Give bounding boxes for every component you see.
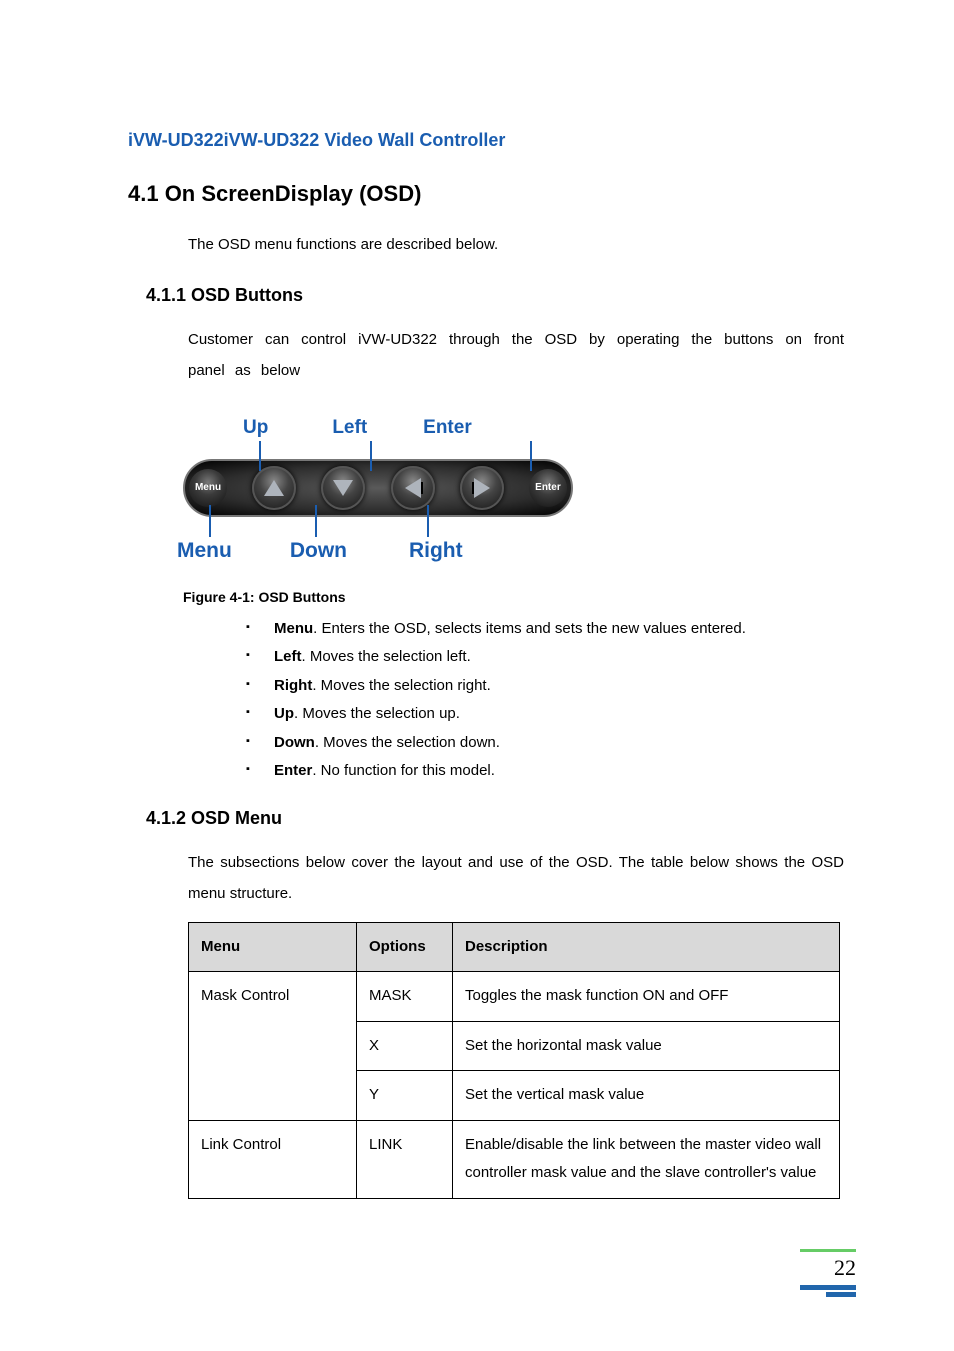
list-item: Down. Moves the selection down.: [246, 729, 844, 758]
panel-body: Menu Enter: [183, 459, 573, 517]
document-page: iVW-UD322iVW-UD322 Video Wall Controller…: [0, 0, 954, 1351]
osd-menu-body: The subsections below cover the layout a…: [188, 847, 844, 910]
label-right: Right: [409, 539, 463, 563]
leader-line-icon: [530, 441, 532, 471]
list-item-desc: . Moves the selection right.: [312, 677, 490, 694]
osd-buttons-body: Customer can control iVW-UD322 through t…: [188, 324, 844, 387]
table-header-description: Description: [453, 922, 840, 972]
label-down: Down: [290, 539, 347, 563]
right-arrow-icon: [460, 466, 504, 510]
leader-line-icon: [209, 505, 211, 537]
page-decor-bar-icon: [800, 1249, 856, 1252]
list-item-term: Right: [274, 677, 312, 694]
leader-line-icon: [370, 441, 372, 471]
figure-caption: Figure 4-1: OSD Buttons: [183, 589, 844, 605]
list-item: Left. Moves the selection left.: [246, 643, 844, 672]
figure-osd-buttons: Up Left Enter Menu: [183, 405, 844, 605]
panel-labels-top: Up Left Enter: [183, 405, 573, 439]
enter-button-icon: Enter: [529, 469, 567, 507]
list-item-desc: . Moves the selection down.: [315, 734, 500, 751]
section-title: 4.1 On ScreenDisplay (OSD): [128, 181, 844, 207]
label-up: Up: [243, 417, 268, 439]
section-intro: The OSD menu functions are described bel…: [188, 229, 844, 261]
table-header-row: Menu Options Description: [189, 922, 840, 972]
table-cell-desc: Enable/disable the link between the mast…: [453, 1120, 840, 1198]
table-header-options: Options: [357, 922, 453, 972]
page-decor-bar-icon: [826, 1292, 856, 1297]
up-arrow-icon: [252, 466, 296, 510]
table-cell-option: Y: [357, 1071, 453, 1121]
list-item-term: Enter: [274, 762, 312, 779]
subsection-osd-buttons-title: 4.1.1 OSD Buttons: [146, 285, 844, 306]
list-item-term: Left: [274, 648, 302, 665]
list-item: Enter. No function for this model.: [246, 757, 844, 786]
table-cell-desc: Set the horizontal mask value: [453, 1021, 840, 1071]
table-row: Mask Control MASK Toggles the mask funct…: [189, 972, 840, 1022]
page-decor-bar-icon: [800, 1285, 856, 1290]
list-item-term: Down: [274, 734, 315, 751]
list-item-desc: . Moves the selection up.: [294, 705, 460, 722]
list-item-term: Up: [274, 705, 294, 722]
osd-buttons-list: Menu. Enters the OSD, selects items and …: [246, 615, 844, 786]
list-item-desc: . Moves the selection left.: [302, 648, 471, 665]
leader-line-icon: [315, 505, 317, 537]
page-number-block: 22: [800, 1249, 856, 1297]
list-item-desc: . No function for this model.: [312, 762, 495, 779]
table-cell-option: LINK: [357, 1120, 453, 1198]
panel-labels-bottom: Menu Down Right: [183, 539, 573, 573]
table-cell-option: MASK: [357, 972, 453, 1022]
table-cell-menu: Link Control: [189, 1120, 357, 1198]
table-cell-menu: Mask Control: [189, 972, 357, 1121]
down-arrow-icon: [321, 466, 365, 510]
product-header: iVW-UD322iVW-UD322 Video Wall Controller: [128, 130, 844, 151]
osd-button-panel-figure: Up Left Enter Menu: [183, 405, 573, 573]
table-row: Link Control LINK Enable/disable the lin…: [189, 1120, 840, 1198]
menu-button-icon: Menu: [189, 469, 227, 507]
list-item-term: Menu: [274, 620, 313, 637]
osd-menu-table: Menu Options Description Mask Control MA…: [188, 922, 840, 1199]
left-arrow-icon: [391, 466, 435, 510]
leader-line-icon: [427, 505, 429, 537]
label-left: Left: [332, 417, 367, 439]
page-number: 22: [800, 1255, 856, 1281]
label-enter: Enter: [423, 417, 472, 439]
table-cell-option: X: [357, 1021, 453, 1071]
table-header-menu: Menu: [189, 922, 357, 972]
list-item: Menu. Enters the OSD, selects items and …: [246, 615, 844, 644]
table-cell-desc: Set the vertical mask value: [453, 1071, 840, 1121]
leader-line-icon: [259, 441, 261, 471]
list-item: Up. Moves the selection up.: [246, 700, 844, 729]
list-item: Right. Moves the selection right.: [246, 672, 844, 701]
list-item-desc: . Enters the OSD, selects items and sets…: [313, 620, 746, 637]
subsection-osd-menu-title: 4.1.2 OSD Menu: [146, 808, 844, 829]
table-cell-desc: Toggles the mask function ON and OFF: [453, 972, 840, 1022]
label-menu: Menu: [177, 539, 232, 563]
